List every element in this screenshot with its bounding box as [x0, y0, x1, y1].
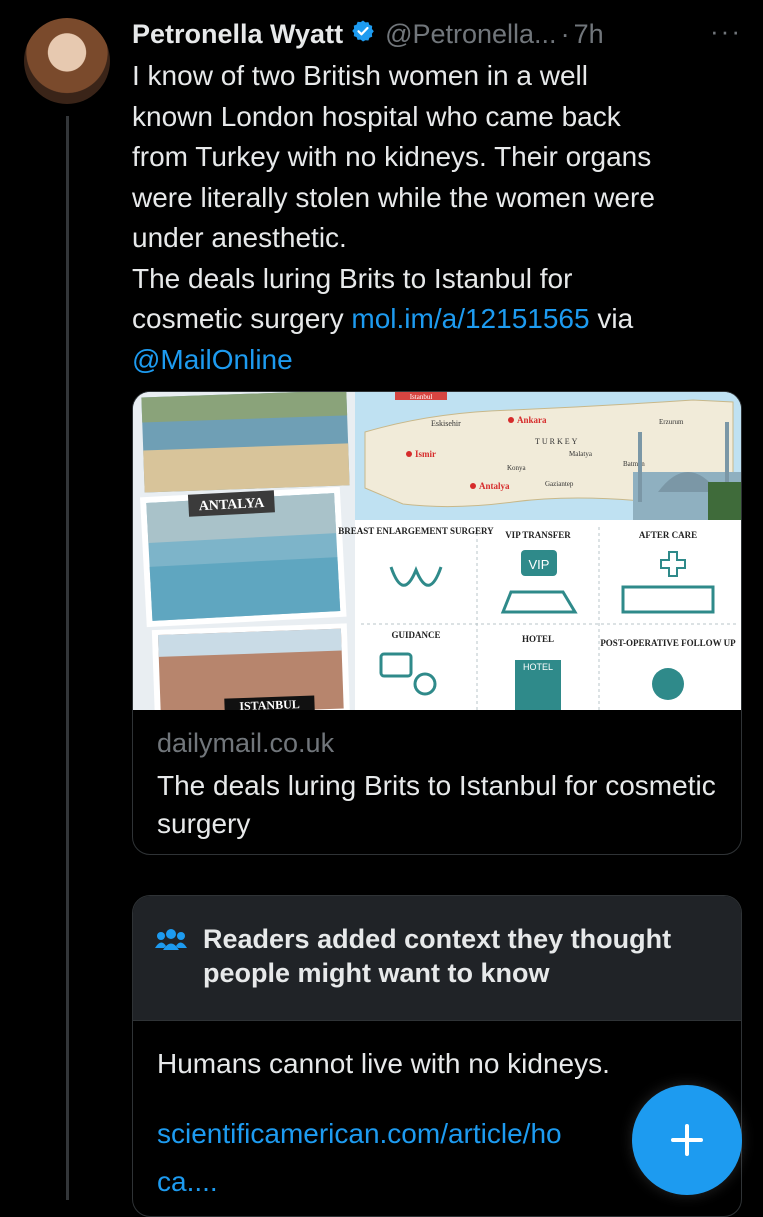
svg-text:Ankara: Ankara [517, 415, 547, 425]
tweet-text-tail: cosmetic surgery [132, 303, 352, 334]
more-options-icon[interactable]: ··· [710, 16, 742, 47]
svg-text:Istanbul: Istanbul [410, 393, 433, 401]
author-name[interactable]: Petronella Wyatt [132, 19, 343, 50]
author-handle[interactable]: @Petronella... [385, 19, 557, 50]
author-avatar[interactable] [24, 18, 110, 104]
svg-text:Gaziantep: Gaziantep [545, 480, 574, 488]
community-note-source-link[interactable]: scientificamerican.com/article/ho [157, 1118, 562, 1150]
tweet-header: Petronella Wyatt @Petronella... · 7h ··· [132, 14, 742, 54]
svg-text:HOTEL: HOTEL [523, 662, 553, 672]
community-note-text: Humans cannot live with no kidneys. [157, 1048, 610, 1079]
svg-text:VIP: VIP [529, 557, 550, 572]
compose-button[interactable] [632, 1085, 742, 1195]
card-image[interactable]: ANTALYA ISTANBUL Istanbul Eskisehir Anka… [133, 392, 741, 710]
services-infographic: BREAST ENLARGEMENT SURGERY VIP TRANSFER … [338, 520, 741, 710]
svg-text:VIP TRANSFER: VIP TRANSFER [505, 530, 571, 540]
turkey-map: Istanbul Eskisehir Ankara Ismir TURKEY M… [355, 392, 741, 522]
link-preview-card[interactable]: ANTALYA ISTANBUL Istanbul Eskisehir Anka… [132, 391, 742, 855]
tweet-text-line: @MailOnline [132, 340, 742, 381]
mention-link[interactable]: @MailOnline [132, 344, 293, 375]
tweet-timestamp[interactable]: 7h [574, 19, 604, 50]
istanbul-bottom-label: ISTANBUL [239, 697, 300, 710]
svg-text:AFTER CARE: AFTER CARE [639, 530, 697, 540]
svg-text:POST-OPERATIVE FOLLOW UP: POST-OPERATIVE FOLLOW UP [600, 638, 736, 648]
tweet-text-line: from Turkey with no kidneys. Their organ… [132, 141, 652, 172]
tweet-text-line: The deals luring Brits to Istanbul for [132, 262, 573, 294]
community-note-source-link-cont[interactable]: ca.... [157, 1166, 218, 1198]
istanbul-photo: ISTANBUL [151, 623, 350, 710]
card-title: The deals luring Brits to Istanbul for c… [157, 770, 716, 839]
svg-text:Antalya: Antalya [479, 481, 510, 491]
svg-text:BREAST ENLARGEMENT SURGERY: BREAST ENLARGEMENT SURGERY [338, 526, 494, 536]
verified-badge-icon [351, 19, 375, 50]
thread-line [66, 116, 69, 1200]
header-separator: · [560, 18, 570, 49]
tweet-text-line: were literally stolen while the women we… [132, 181, 655, 213]
svg-text:Konya: Konya [507, 464, 527, 472]
tweet-text-via: via [589, 303, 634, 334]
svg-text:Eskisehir: Eskisehir [431, 419, 461, 428]
antalya-photo: ANTALYA [139, 486, 347, 628]
svg-text:Ismir: Ismir [415, 449, 436, 459]
svg-text:Malatya: Malatya [569, 450, 593, 458]
tweet-text-line: under anesthetic. [132, 222, 347, 253]
tweet-text-line: I know of two British women in a well [132, 60, 588, 91]
plus-icon [671, 1124, 703, 1156]
svg-text:Erzurum: Erzurum [659, 418, 684, 426]
tweet-text: I know of two British women in a well kn… [132, 56, 742, 380]
people-group-icon [155, 926, 187, 959]
tweet-text-line: known London hospital who came back [132, 100, 621, 132]
svg-text:HOTEL: HOTEL [522, 634, 554, 644]
community-notes-header[interactable]: Readers added context they thought peopl… [133, 896, 741, 1021]
beach-photo-top [141, 392, 350, 493]
community-notes-title: Readers added context they thought peopl… [203, 924, 672, 988]
svg-text:GUIDANCE: GUIDANCE [391, 630, 440, 640]
article-link[interactable]: mol.im/a/12151565 [351, 303, 589, 334]
tweet-text-line: cosmetic surgery mol.im/a/12151565 via [132, 299, 742, 340]
svg-text:TURKEY: TURKEY [535, 437, 579, 446]
card-domain: dailymail.co.uk [157, 728, 335, 758]
